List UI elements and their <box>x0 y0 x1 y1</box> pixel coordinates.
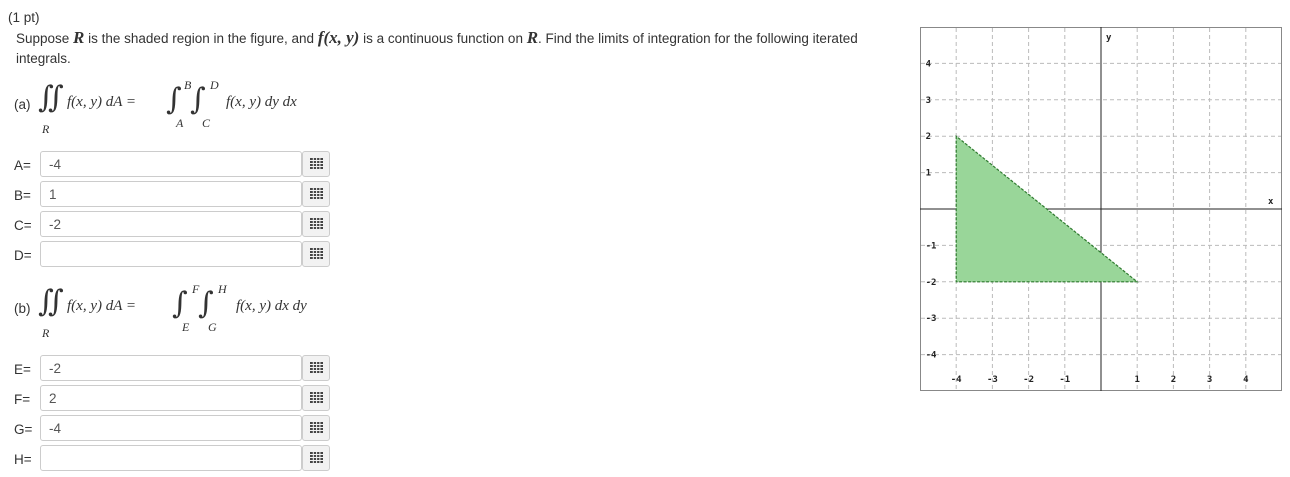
answer-label: B= <box>14 188 31 203</box>
grid-palette-icon <box>309 392 323 404</box>
x-tick-label: 1 <box>1134 375 1139 385</box>
part-b-equation: (b) ∬ R f(x, y) dA = ∫ F E ∫ H G f(x, y)… <box>14 282 414 344</box>
statement-text-3: is a continuous function on <box>359 31 527 46</box>
x-tick-label: -4 <box>951 375 962 385</box>
y-tick-label: -3 <box>926 314 937 324</box>
answer-label: D= <box>14 248 32 263</box>
answer-input-a[interactable] <box>40 151 302 177</box>
x-tick-label: -1 <box>1059 375 1070 385</box>
inner-upper-limit: H <box>218 282 227 296</box>
region-subscript: R <box>42 326 50 340</box>
grid-palette-icon <box>309 188 323 200</box>
y-axis-label: y <box>1106 33 1112 43</box>
equation-palette-button[interactable] <box>302 415 330 441</box>
equation-palette-button[interactable] <box>302 181 330 207</box>
outer-integral-symbol: ∫ <box>166 82 182 117</box>
x-tick-label: 2 <box>1171 375 1176 385</box>
outer-lower-limit: A <box>176 116 184 130</box>
double-integral-symbol: ∬ <box>38 284 64 319</box>
y-tick-label: 1 <box>926 169 931 179</box>
answer-input-e[interactable] <box>40 355 302 381</box>
inner-lower-limit: C <box>202 116 211 130</box>
grid-palette-icon <box>309 422 323 434</box>
part-a-equation: (a) ∬ R f(x, y) dA = ∫ B A ∫ D C f(x, y)… <box>14 78 414 140</box>
outer-lower-limit: E <box>182 320 190 334</box>
answer-label: A= <box>14 158 31 173</box>
region-variable-2: R <box>526 28 539 47</box>
inner-integral-symbol: ∫ <box>198 286 214 321</box>
statement-text-1: Suppose <box>16 31 74 46</box>
region-subscript: R <box>42 122 50 136</box>
lhs-integrand: f(x, y) dA = <box>67 298 136 314</box>
grid-palette-icon <box>309 362 323 374</box>
y-tick-label: -4 <box>926 351 937 361</box>
answer-label: C= <box>14 218 32 233</box>
inner-integral-symbol: ∫ <box>190 82 206 117</box>
answer-input-b[interactable] <box>40 181 302 207</box>
points-label: (1 pt) <box>8 10 40 25</box>
y-tick-label: -1 <box>926 241 937 251</box>
region-variable: R <box>73 28 85 47</box>
y-tick-label: 4 <box>926 59 932 69</box>
grid-palette-icon <box>309 452 323 464</box>
answer-input-f[interactable] <box>40 385 302 411</box>
inner-upper-limit: D <box>210 78 219 92</box>
problem-statement: Suppose R is the shaded region in the fi… <box>16 28 896 69</box>
answer-input-c[interactable] <box>40 211 302 237</box>
statement-text-2: is the shaded region in the figure, and <box>84 31 318 46</box>
equation-palette-button[interactable] <box>302 385 330 411</box>
equation-palette-button[interactable] <box>302 151 330 177</box>
x-tick-label: 3 <box>1207 375 1212 385</box>
x-axis-label: x <box>1268 197 1274 207</box>
equation-palette-button[interactable] <box>302 211 330 237</box>
function-expression: f(x, y) <box>317 28 360 47</box>
answer-input-g[interactable] <box>40 415 302 441</box>
region-graph: -4 -3 -2 -1 1 2 3 4 4 3 2 1 -1 -2 -3 -4 x y <box>920 27 1282 391</box>
outer-integral-symbol: ∫ <box>172 286 188 321</box>
answer-label: E= <box>14 362 31 377</box>
answer-input-h[interactable] <box>40 445 302 471</box>
answer-input-d[interactable] <box>40 241 302 267</box>
y-tick-label: 2 <box>926 132 931 142</box>
x-tick-label: 4 <box>1243 375 1249 385</box>
rhs-integrand: f(x, y) dy dx <box>226 94 297 110</box>
y-tick-label: -2 <box>926 278 937 288</box>
answer-label: G= <box>14 422 33 437</box>
part-b-tag: (b) <box>14 301 31 316</box>
grid-palette-icon <box>309 218 323 230</box>
x-tick-label: -3 <box>987 375 998 385</box>
grid-palette-icon <box>309 158 323 170</box>
part-a-tag: (a) <box>14 97 31 112</box>
x-tick-label: -2 <box>1023 375 1034 385</box>
inner-lower-limit: G <box>208 320 217 334</box>
double-integral-symbol: ∬ <box>38 80 64 115</box>
answer-label: H= <box>14 452 32 467</box>
y-tick-label: 3 <box>926 96 931 106</box>
grid-palette-icon <box>309 248 323 260</box>
equation-palette-button[interactable] <box>302 241 330 267</box>
equation-palette-button[interactable] <box>302 355 330 381</box>
lhs-integrand: f(x, y) dA = <box>67 94 136 110</box>
rhs-integrand: f(x, y) dx dy <box>236 298 307 314</box>
answer-label: F= <box>14 392 31 407</box>
equation-palette-button[interactable] <box>302 445 330 471</box>
